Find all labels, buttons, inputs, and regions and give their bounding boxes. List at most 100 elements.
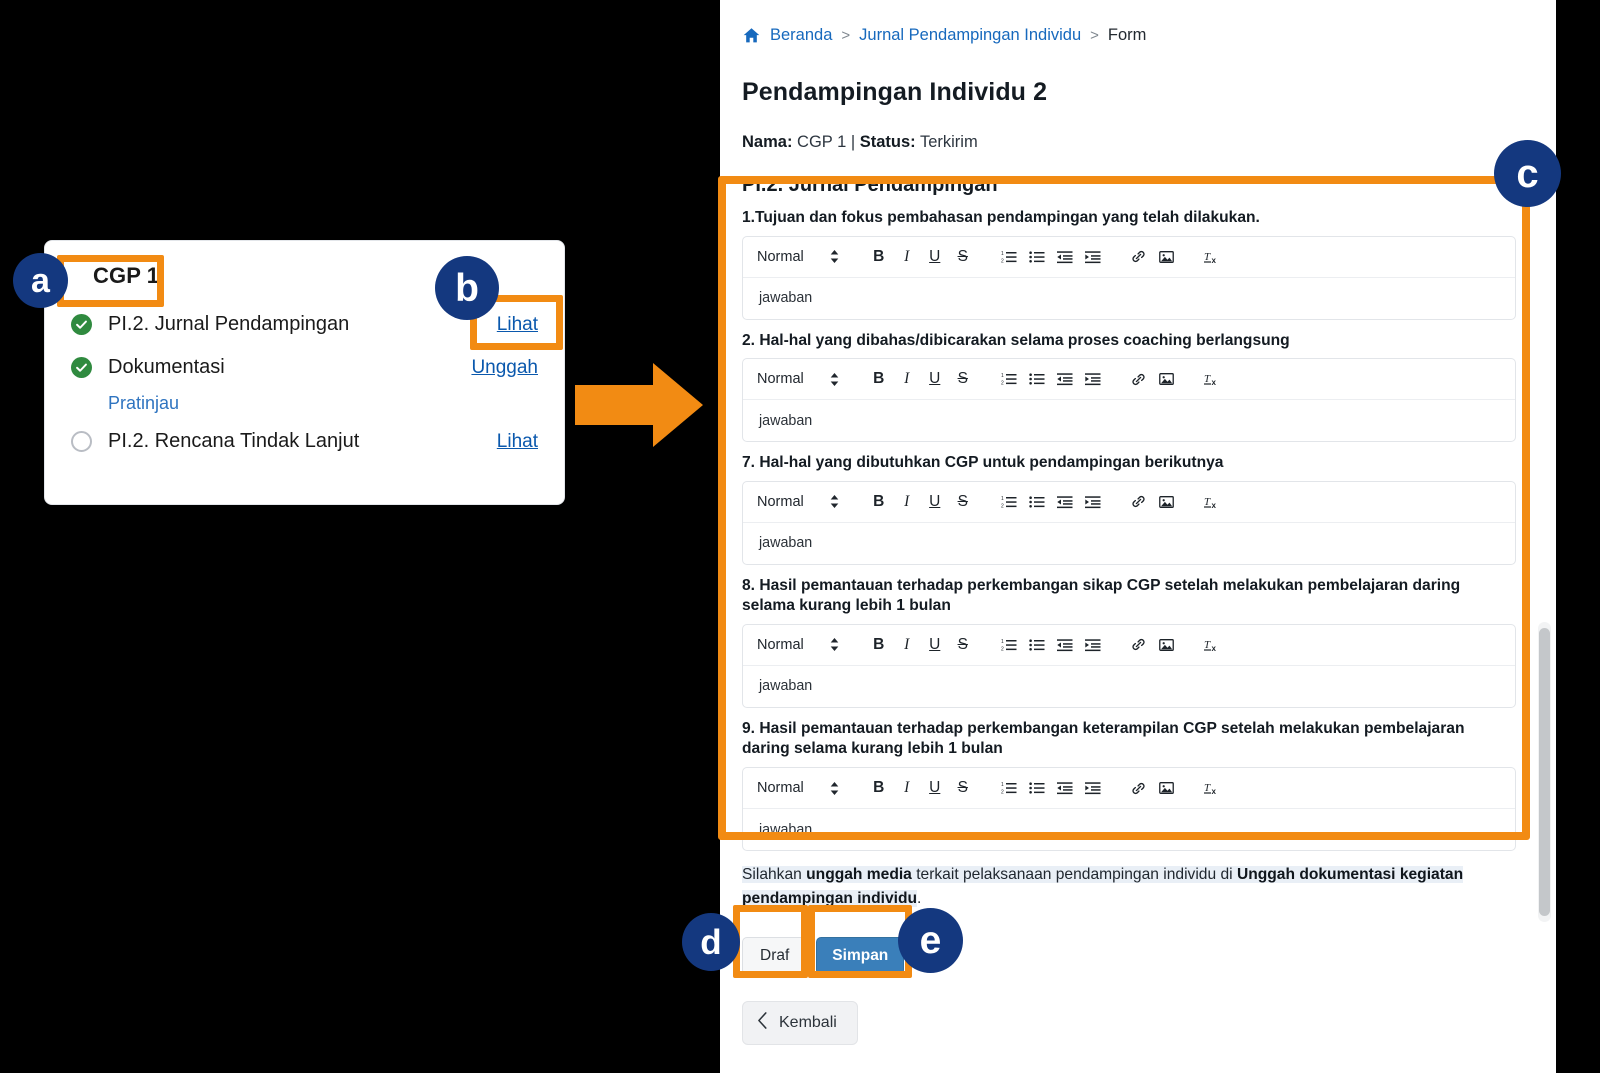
chevron-updown-icon [830,372,839,387]
rich-text-editor[interactable]: Normal B I U S 12 T x jawaban [742,767,1516,852]
bullet-list-icon[interactable] [1023,488,1051,516]
svg-text:2: 2 [1001,381,1004,387]
task-action-lihat[interactable]: Lihat [497,314,538,336]
rich-text-editor[interactable]: Normal B I U S 12 T x jawaban [742,358,1516,443]
format-select-label: Normal [757,636,804,653]
outdent-icon[interactable] [1051,488,1079,516]
check-circle-icon [71,357,92,378]
bullet-list-icon[interactable] [1023,243,1051,271]
rich-text-editor[interactable]: Normal B I U S 12 T x jawaban [742,480,1516,565]
simpan-button[interactable]: Simpan [816,937,905,976]
editor-content[interactable]: jawaban [743,666,1515,707]
task-action-lihat[interactable]: Lihat [497,431,538,453]
indent-icon[interactable] [1079,631,1107,659]
bullet-list-icon[interactable] [1023,365,1051,393]
image-icon[interactable] [1153,774,1181,802]
breadcrumb-home-link[interactable]: Beranda [770,26,832,45]
task-label: PI.2. Rencana Tindak Lanjut [108,430,360,452]
format-select[interactable]: Normal [757,371,839,387]
list-item[interactable]: Dokumentasi Unggah [71,346,538,389]
underline-icon[interactable]: U [921,631,949,659]
bold-icon[interactable]: B [865,365,893,393]
bold-icon[interactable]: B [865,488,893,516]
indent-icon[interactable] [1079,774,1107,802]
question-block-8: 8. Hasil pemantauan terhadap perkembanga… [742,576,1516,708]
list-item[interactable]: PI.2. Rencana Tindak Lanjut Lihat [71,420,538,463]
strikethrough-icon[interactable]: S [949,365,977,393]
format-select[interactable]: Normal [757,494,839,510]
outdent-icon[interactable] [1051,365,1079,393]
italic-icon[interactable]: I [893,243,921,271]
ordered-list-icon[interactable]: 12 [995,243,1023,271]
svg-text:T: T [1204,782,1211,794]
format-select[interactable]: Normal [757,780,839,796]
note-part3: . [917,890,922,908]
rich-text-editor[interactable]: Normal B I U S 12 T x jawaban [742,235,1516,320]
pratinjau-link[interactable]: Pratinjau [108,389,538,420]
outdent-icon[interactable] [1051,631,1079,659]
ordered-list-icon[interactable]: 12 [995,365,1023,393]
italic-icon[interactable]: I [893,631,921,659]
ordered-list-icon[interactable]: 12 [995,774,1023,802]
rich-text-editor[interactable]: Normal B I U S 12 T x jawaban [742,623,1516,708]
editor-toolbar: Normal B I U S 12 T x [743,625,1515,666]
underline-icon[interactable]: U [921,488,949,516]
format-select[interactable]: Normal [757,249,839,265]
breadcrumb-separator: > [841,27,851,44]
outdent-icon[interactable] [1051,243,1079,271]
image-icon[interactable] [1153,631,1181,659]
image-icon[interactable] [1153,365,1181,393]
underline-icon[interactable]: U [921,365,949,393]
link-icon[interactable] [1125,365,1153,393]
clear-format-icon[interactable]: Tx [1199,365,1227,393]
draf-button[interactable]: Draf [742,937,808,976]
ordered-list-icon[interactable]: 12 [995,631,1023,659]
italic-icon[interactable]: I [893,488,921,516]
strikethrough-icon[interactable]: S [949,631,977,659]
link-icon[interactable] [1125,243,1153,271]
bullet-list-icon[interactable] [1023,774,1051,802]
indent-icon[interactable] [1079,488,1107,516]
italic-icon[interactable]: I [893,774,921,802]
question-label: 7. Hal-hal yang dibutuhkan CGP untuk pen… [742,454,1224,472]
underline-icon[interactable]: U [921,243,949,271]
indent-icon[interactable] [1079,243,1107,271]
indent-icon[interactable] [1079,365,1107,393]
screenshot-root: CGP 1 PI.2. Jurnal Pendampingan Lihat Do… [0,0,1600,1073]
question-block-7: 7. Hal-hal yang dibutuhkan CGP untuk pen… [742,453,1516,565]
underline-icon[interactable]: U [921,774,949,802]
format-select[interactable]: Normal [757,637,839,653]
image-icon[interactable] [1153,488,1181,516]
task-action-unggah[interactable]: Unggah [471,357,538,379]
strikethrough-icon[interactable]: S [949,488,977,516]
scrollbar-thumb[interactable] [1539,628,1550,916]
bold-icon[interactable]: B [865,631,893,659]
kembali-button[interactable]: Kembali [742,1001,858,1046]
editor-content[interactable]: jawaban [743,278,1515,319]
question-label: 9. Hasil pemantauan terhadap perkembanga… [742,719,1465,758]
clear-format-icon[interactable]: Tx [1199,243,1227,271]
editor-content[interactable]: jawaban [743,809,1515,850]
image-icon[interactable] [1153,243,1181,271]
clear-format-icon[interactable]: Tx [1199,774,1227,802]
svg-text:x: x [1211,787,1216,796]
strikethrough-icon[interactable]: S [949,243,977,271]
outdent-icon[interactable] [1051,774,1079,802]
annotation-badge-c: c [1494,140,1561,207]
clear-format-icon[interactable]: Tx [1199,488,1227,516]
breadcrumb-jurnal-link[interactable]: Jurnal Pendampingan Individu [859,26,1081,45]
editor-content[interactable]: jawaban [743,523,1515,564]
strikethrough-icon[interactable]: S [949,774,977,802]
bold-icon[interactable]: B [865,243,893,271]
bold-icon[interactable]: B [865,774,893,802]
editor-content[interactable]: jawaban [743,400,1515,441]
italic-icon[interactable]: I [893,365,921,393]
editor-toolbar: Normal B I U S 12 T x [743,482,1515,523]
link-icon[interactable] [1125,631,1153,659]
link-icon[interactable] [1125,774,1153,802]
bullet-list-icon[interactable] [1023,631,1051,659]
ordered-list-icon[interactable]: 12 [995,488,1023,516]
home-icon[interactable] [742,26,761,45]
link-icon[interactable] [1125,488,1153,516]
clear-format-icon[interactable]: Tx [1199,631,1227,659]
